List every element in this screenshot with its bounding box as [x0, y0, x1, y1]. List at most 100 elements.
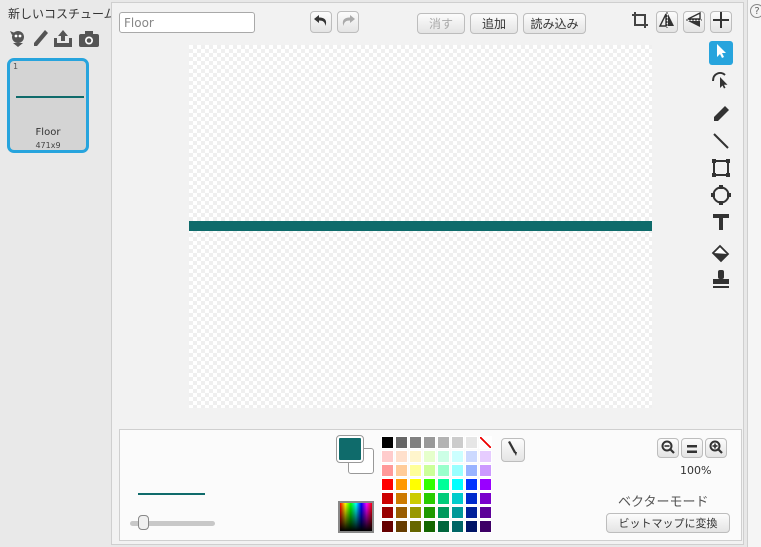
palette-color-swatch[interactable] — [381, 492, 394, 505]
palette-color-swatch[interactable] — [423, 478, 436, 491]
redo-icon — [340, 12, 356, 32]
palette-color-swatch[interactable] — [381, 436, 394, 449]
palette-color-swatch[interactable] — [395, 520, 408, 533]
palette-color-swatch[interactable] — [395, 506, 408, 519]
color-spectrum-picker[interactable] — [338, 501, 374, 533]
palette-color-swatch[interactable] — [395, 492, 408, 505]
palette-color-swatch[interactable] — [423, 520, 436, 533]
palette-color-swatch[interactable] — [437, 520, 450, 533]
palette-color-swatch[interactable] — [409, 506, 422, 519]
palette-color-swatch[interactable] — [479, 450, 492, 463]
choose-from-library-icon[interactable] — [8, 28, 28, 48]
stamp-tool[interactable] — [709, 269, 733, 293]
ellipse-tool[interactable] — [709, 185, 733, 209]
palette-color-swatch[interactable] — [465, 520, 478, 533]
drawing-canvas[interactable] — [189, 45, 652, 408]
flip-vertical-button[interactable] — [683, 11, 705, 33]
palette-color-swatch[interactable] — [423, 506, 436, 519]
select-tool[interactable] — [709, 41, 733, 65]
zoom-out-button[interactable] — [657, 438, 679, 458]
costume-list-panel: 新しいコスチューム: 1 Floor 471x9 — [0, 0, 120, 547]
help-icon[interactable]: ? — [750, 4, 761, 18]
palette-color-swatch[interactable] — [409, 520, 422, 533]
text-icon — [711, 212, 731, 236]
costume-name-input[interactable] — [119, 12, 255, 33]
rectangle-icon — [711, 158, 731, 182]
palette-color-swatch[interactable] — [479, 478, 492, 491]
redo-button[interactable] — [337, 11, 359, 33]
palette-color-swatch[interactable] — [465, 436, 478, 449]
palette-color-swatch[interactable] — [395, 450, 408, 463]
reshape-tool[interactable] — [709, 69, 733, 93]
rectangle-tool[interactable] — [709, 158, 733, 182]
camera-icon[interactable] — [78, 28, 99, 48]
palette-color-swatch[interactable] — [451, 450, 464, 463]
text-tool[interactable] — [709, 212, 733, 236]
pencil-tool[interactable] — [709, 104, 733, 128]
zoom-reset-button[interactable] — [681, 438, 703, 458]
palette-color-swatch[interactable] — [479, 492, 492, 505]
palette-color-swatch[interactable] — [465, 478, 478, 491]
floor-shape[interactable] — [189, 221, 652, 231]
palette-color-swatch[interactable] — [437, 436, 450, 449]
zoom-level: 100% — [680, 464, 712, 477]
line-tool[interactable] — [709, 131, 733, 155]
palette-color-swatch[interactable] — [437, 492, 450, 505]
fill-tool[interactable] — [709, 244, 733, 268]
add-button[interactable]: 追加 — [470, 13, 518, 34]
palette-color-swatch[interactable] — [409, 492, 422, 505]
palette-color-swatch[interactable] — [409, 450, 422, 463]
ellipse-icon — [711, 185, 731, 209]
palette-color-swatch[interactable] — [395, 478, 408, 491]
palette-color-swatch[interactable] — [409, 464, 422, 477]
primary-color-swatch[interactable] — [336, 435, 364, 463]
palette-color-swatch[interactable] — [437, 506, 450, 519]
palette-color-swatch[interactable] — [465, 492, 478, 505]
palette-color-swatch[interactable] — [479, 464, 492, 477]
clear-button[interactable]: 消す — [417, 13, 465, 34]
palette-color-swatch[interactable] — [395, 436, 408, 449]
palette-color-swatch[interactable] — [437, 478, 450, 491]
convert-to-bitmap-button[interactable]: ビットマップに変換 — [606, 513, 730, 533]
editor-mode-label: ベクターモード — [618, 495, 709, 510]
palette-color-swatch[interactable] — [451, 492, 464, 505]
palette-color-swatch[interactable] — [381, 478, 394, 491]
palette-color-swatch[interactable] — [465, 506, 478, 519]
new-costume-label: 新しいコスチューム: — [8, 7, 120, 21]
crop-button[interactable] — [629, 11, 651, 33]
eyedropper-button[interactable] — [501, 438, 525, 462]
palette-color-swatch[interactable] — [381, 506, 394, 519]
palette-color-swatch[interactable] — [465, 450, 478, 463]
palette-color-swatch[interactable] — [381, 520, 394, 533]
import-button[interactable]: 読み込み — [523, 13, 586, 34]
palette-color-swatch[interactable] — [479, 436, 492, 449]
flip-horizontal-button[interactable] — [656, 11, 678, 33]
palette-color-swatch[interactable] — [423, 436, 436, 449]
palette-color-swatch[interactable] — [409, 436, 422, 449]
zoom-in-button[interactable] — [705, 438, 727, 458]
palette-color-swatch[interactable] — [451, 506, 464, 519]
palette-color-swatch[interactable] — [451, 478, 464, 491]
palette-color-swatch[interactable] — [423, 492, 436, 505]
set-center-button[interactable] — [710, 11, 732, 33]
upload-icon[interactable] — [52, 28, 72, 48]
palette-color-swatch[interactable] — [395, 464, 408, 477]
palette-color-swatch[interactable] — [423, 464, 436, 477]
palette-color-swatch[interactable] — [479, 506, 492, 519]
undo-icon — [313, 12, 329, 32]
palette-color-swatch[interactable] — [381, 450, 394, 463]
stroke-width-slider-handle[interactable] — [138, 515, 149, 530]
palette-color-swatch[interactable] — [479, 520, 492, 533]
costume-item-floor[interactable]: 1 Floor 471x9 — [7, 58, 89, 153]
palette-color-swatch[interactable] — [381, 464, 394, 477]
palette-color-swatch[interactable] — [465, 464, 478, 477]
palette-color-swatch[interactable] — [451, 464, 464, 477]
palette-color-swatch[interactable] — [451, 436, 464, 449]
palette-color-swatch[interactable] — [423, 450, 436, 463]
palette-color-swatch[interactable] — [437, 450, 450, 463]
palette-color-swatch[interactable] — [451, 520, 464, 533]
palette-color-swatch[interactable] — [409, 478, 422, 491]
undo-button[interactable] — [310, 11, 332, 33]
paint-new-icon[interactable] — [30, 28, 50, 48]
palette-color-swatch[interactable] — [437, 464, 450, 477]
